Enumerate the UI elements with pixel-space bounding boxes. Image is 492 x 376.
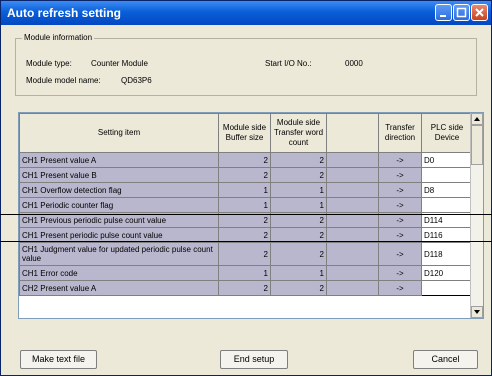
refresh-settings-grid: Setting item Module side Buffer size Mod… <box>18 112 484 319</box>
setting-item: CH1 Judgment value for updated periodic … <box>19 242 219 266</box>
close-icon <box>475 8 484 17</box>
maximize-button[interactable] <box>453 4 470 21</box>
transfer-direction: -> <box>378 167 422 183</box>
module-model-value: QD63P6 <box>121 76 152 85</box>
header-blank <box>326 113 379 153</box>
plc-device-cell[interactable] <box>421 197 473 213</box>
table-row: CH1 Periodic counter flag 1 1 -> <box>19 197 473 213</box>
blank-cell <box>326 242 379 266</box>
buffer-size: 2 <box>218 280 271 296</box>
header-plc-device: PLC side Device <box>421 113 473 153</box>
auto-refresh-window: Auto refresh setting Module information … <box>0 0 492 376</box>
maximize-icon <box>456 7 467 18</box>
blank-cell <box>326 167 379 183</box>
group-label: Module information <box>22 33 95 42</box>
cancel-button[interactable]: Cancel <box>413 350 478 369</box>
title-bar[interactable]: Auto refresh setting <box>1 1 491 25</box>
close-button[interactable] <box>471 4 488 21</box>
module-information-group: Module information <box>15 33 477 96</box>
buffer-size: 2 <box>218 152 271 168</box>
start-io-label: Start I/O No.: <box>265 59 312 68</box>
plc-device-cell[interactable]: D8 <box>421 182 473 198</box>
header-transfer-word-count: Module side Transfer word count <box>270 113 327 153</box>
transfer-word-count: 2 <box>270 280 327 296</box>
make-text-file-button[interactable]: Make text file <box>20 350 97 369</box>
vertical-scrollbar[interactable] <box>470 113 483 318</box>
blank-cell <box>326 182 379 198</box>
transfer-word-count: 2 <box>270 242 327 266</box>
transfer-direction: -> <box>378 152 422 168</box>
minimize-icon <box>440 15 446 17</box>
scroll-thumb[interactable] <box>471 125 483 165</box>
setting-item: CH2 Present value A <box>19 280 219 296</box>
module-type-value: Counter Module <box>91 59 148 68</box>
buffer-size: 1 <box>218 182 271 198</box>
table-row: CH1 Overflow detection flag 1 1 -> D8 <box>19 182 473 198</box>
arrow-down-icon <box>474 310 480 314</box>
arrow-up-icon <box>474 117 480 121</box>
table-row: CH1 Error code 1 1 -> D120 <box>19 265 473 281</box>
table-row: CH1 Present value B 2 2 -> <box>19 167 473 183</box>
module-model-label: Module model name: <box>26 76 101 85</box>
module-type-label: Module type: <box>26 59 72 68</box>
header-setting-item: Setting item <box>19 113 219 153</box>
header-buffer-size: Module side Buffer size <box>218 113 271 153</box>
buffer-size: 2 <box>218 167 271 183</box>
blank-cell <box>326 280 379 296</box>
table-row: CH1 Judgment value for updated periodic … <box>19 242 473 266</box>
minimize-button[interactable] <box>435 4 452 21</box>
blank-cell <box>326 197 379 213</box>
transfer-word-count: 1 <box>270 197 327 213</box>
blank-cell <box>326 265 379 281</box>
start-io-value: 0000 <box>345 59 363 68</box>
transfer-word-count: 1 <box>270 265 327 281</box>
transfer-direction: -> <box>378 182 422 198</box>
end-setup-button[interactable]: End setup <box>220 350 288 369</box>
header-transfer-direction: Transfer direction <box>378 113 422 153</box>
plc-device-cell[interactable]: D0 <box>421 152 473 168</box>
transfer-direction: -> <box>378 242 422 266</box>
transfer-direction: -> <box>378 265 422 281</box>
setting-item: CH1 Overflow detection flag <box>19 182 219 198</box>
scroll-down-button[interactable] <box>471 306 483 318</box>
transfer-word-count: 2 <box>270 152 327 168</box>
plc-device-cell-selected[interactable] <box>421 280 473 296</box>
plc-device-cell[interactable] <box>421 167 473 183</box>
plc-device-cell[interactable]: D120 <box>421 265 473 281</box>
setting-item: CH1 Present value B <box>19 167 219 183</box>
transfer-word-count: 2 <box>270 167 327 183</box>
transfer-word-count: 1 <box>270 182 327 198</box>
transfer-direction: -> <box>378 280 422 296</box>
setting-item: CH1 Present value A <box>19 152 219 168</box>
blank-cell <box>326 152 379 168</box>
table-row: CH2 Present value A 2 2 -> <box>19 280 473 296</box>
plc-device-cell[interactable]: D118 <box>421 242 473 266</box>
scroll-up-button[interactable] <box>471 113 483 125</box>
buffer-size: 1 <box>218 197 271 213</box>
buffer-size: 1 <box>218 265 271 281</box>
overlay-line-bottom <box>0 241 492 242</box>
settings-table: Setting item Module side Buffer size Mod… <box>19 113 473 296</box>
buffer-size: 2 <box>218 242 271 266</box>
overlay-line-top <box>0 214 492 215</box>
transfer-direction: -> <box>378 197 422 213</box>
setting-item: CH1 Periodic counter flag <box>19 197 219 213</box>
window-title: Auto refresh setting <box>7 6 122 20</box>
table-row: CH1 Present value A 2 2 -> D0 <box>19 152 473 168</box>
setting-item: CH1 Error code <box>19 265 219 281</box>
